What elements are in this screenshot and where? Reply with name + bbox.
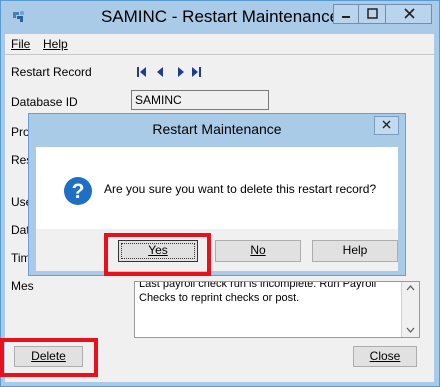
- close-button[interactable]: Close: [353, 346, 417, 367]
- scroll-arrows-icon: [406, 285, 415, 333]
- dialog-close-button[interactable]: [374, 116, 399, 135]
- dialog-title: Restart Maintenance: [152, 121, 282, 137]
- maximize-button[interactable]: [358, 4, 385, 24]
- message-text: Last payroll check run is incomplete. Ru…: [139, 281, 377, 304]
- title-bar[interactable]: SAMINC - Restart Maintenance: [1, 1, 439, 34]
- database-id-field[interactable]: SAMINC: [131, 90, 269, 110]
- close-window-button[interactable]: [385, 4, 432, 24]
- highlight-delete: [0, 338, 98, 377]
- message-scrollbar[interactable]: [401, 282, 419, 337]
- record-navigation: [137, 66, 207, 77]
- database-id-label: Database ID: [11, 95, 78, 109]
- last-record-icon[interactable]: [191, 66, 201, 77]
- menu-help[interactable]: Help: [43, 37, 68, 51]
- dialog-message-area: ? Are you sure you want to delete this r…: [36, 147, 398, 229]
- help-button-label: Help: [342, 243, 368, 257]
- menu-help-label: Help: [43, 37, 68, 51]
- close-icon: [382, 120, 391, 129]
- question-icon: ?: [64, 177, 92, 205]
- svg-text:?: ?: [72, 180, 85, 203]
- first-record-icon[interactable]: [137, 66, 147, 77]
- maximize-icon: [367, 8, 378, 19]
- close-button-label: Close: [369, 349, 401, 363]
- previous-record-icon[interactable]: [156, 66, 166, 77]
- restart-record-label: Restart Record: [11, 65, 92, 79]
- no-button[interactable]: No: [215, 240, 301, 262]
- message-textbox[interactable]: Last payroll check run is incomplete. Ru…: [134, 281, 420, 338]
- dialog-message: Are you sure you want to delete this res…: [104, 182, 377, 196]
- next-record-icon[interactable]: [175, 66, 185, 77]
- no-button-label: No: [250, 243, 266, 257]
- menu-file-label: File: [11, 37, 31, 51]
- dialog-button-area: Yes No Help: [36, 229, 398, 271]
- menu-file[interactable]: File: [11, 37, 30, 51]
- highlight-yes: [104, 233, 211, 276]
- message-label: Mes: [11, 279, 34, 293]
- close-icon: [404, 8, 415, 19]
- date-label: Dat: [11, 223, 30, 237]
- menu-bar: File Help: [5, 34, 434, 55]
- minimize-button[interactable]: [333, 4, 358, 24]
- confirm-dialog: Restart Maintenance ? Are you sure you w…: [28, 113, 406, 276]
- help-button[interactable]: Help: [312, 240, 398, 262]
- minimize-icon: [342, 16, 350, 18]
